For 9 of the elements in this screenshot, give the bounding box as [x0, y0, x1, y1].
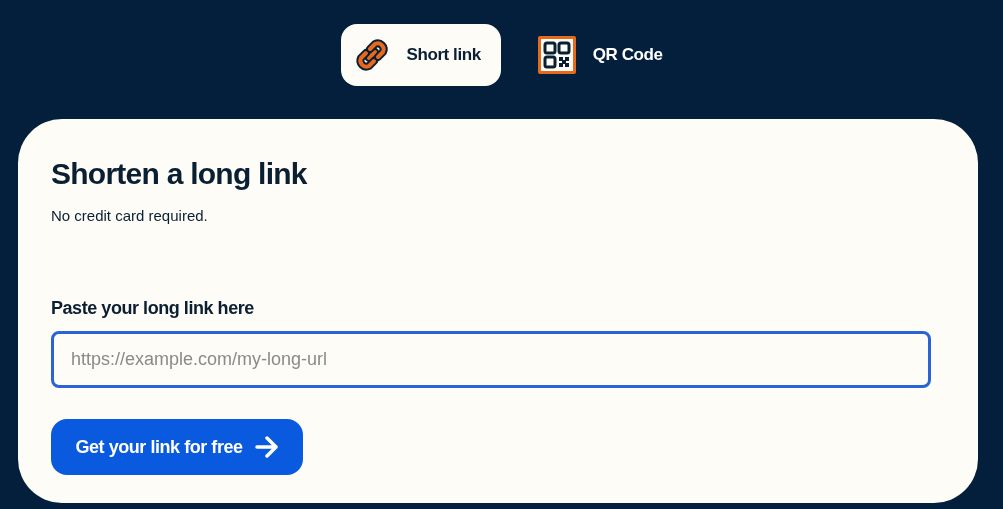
url-input-field[interactable]: https://example.com/my-long-url [51, 331, 931, 388]
qr-code-icon [536, 35, 577, 75]
tab[interactable]: Short link [340, 24, 501, 86]
field-label: Paste your long link here [51, 297, 255, 320]
get-link-button[interactable]: Get your link for free [51, 419, 303, 475]
arrow-right-icon [254, 436, 279, 458]
card-subtitle: No credit card required. [51, 205, 209, 226]
card-title: Shorten a long link [51, 156, 308, 192]
tab[interactable]: QR Code [524, 24, 683, 86]
